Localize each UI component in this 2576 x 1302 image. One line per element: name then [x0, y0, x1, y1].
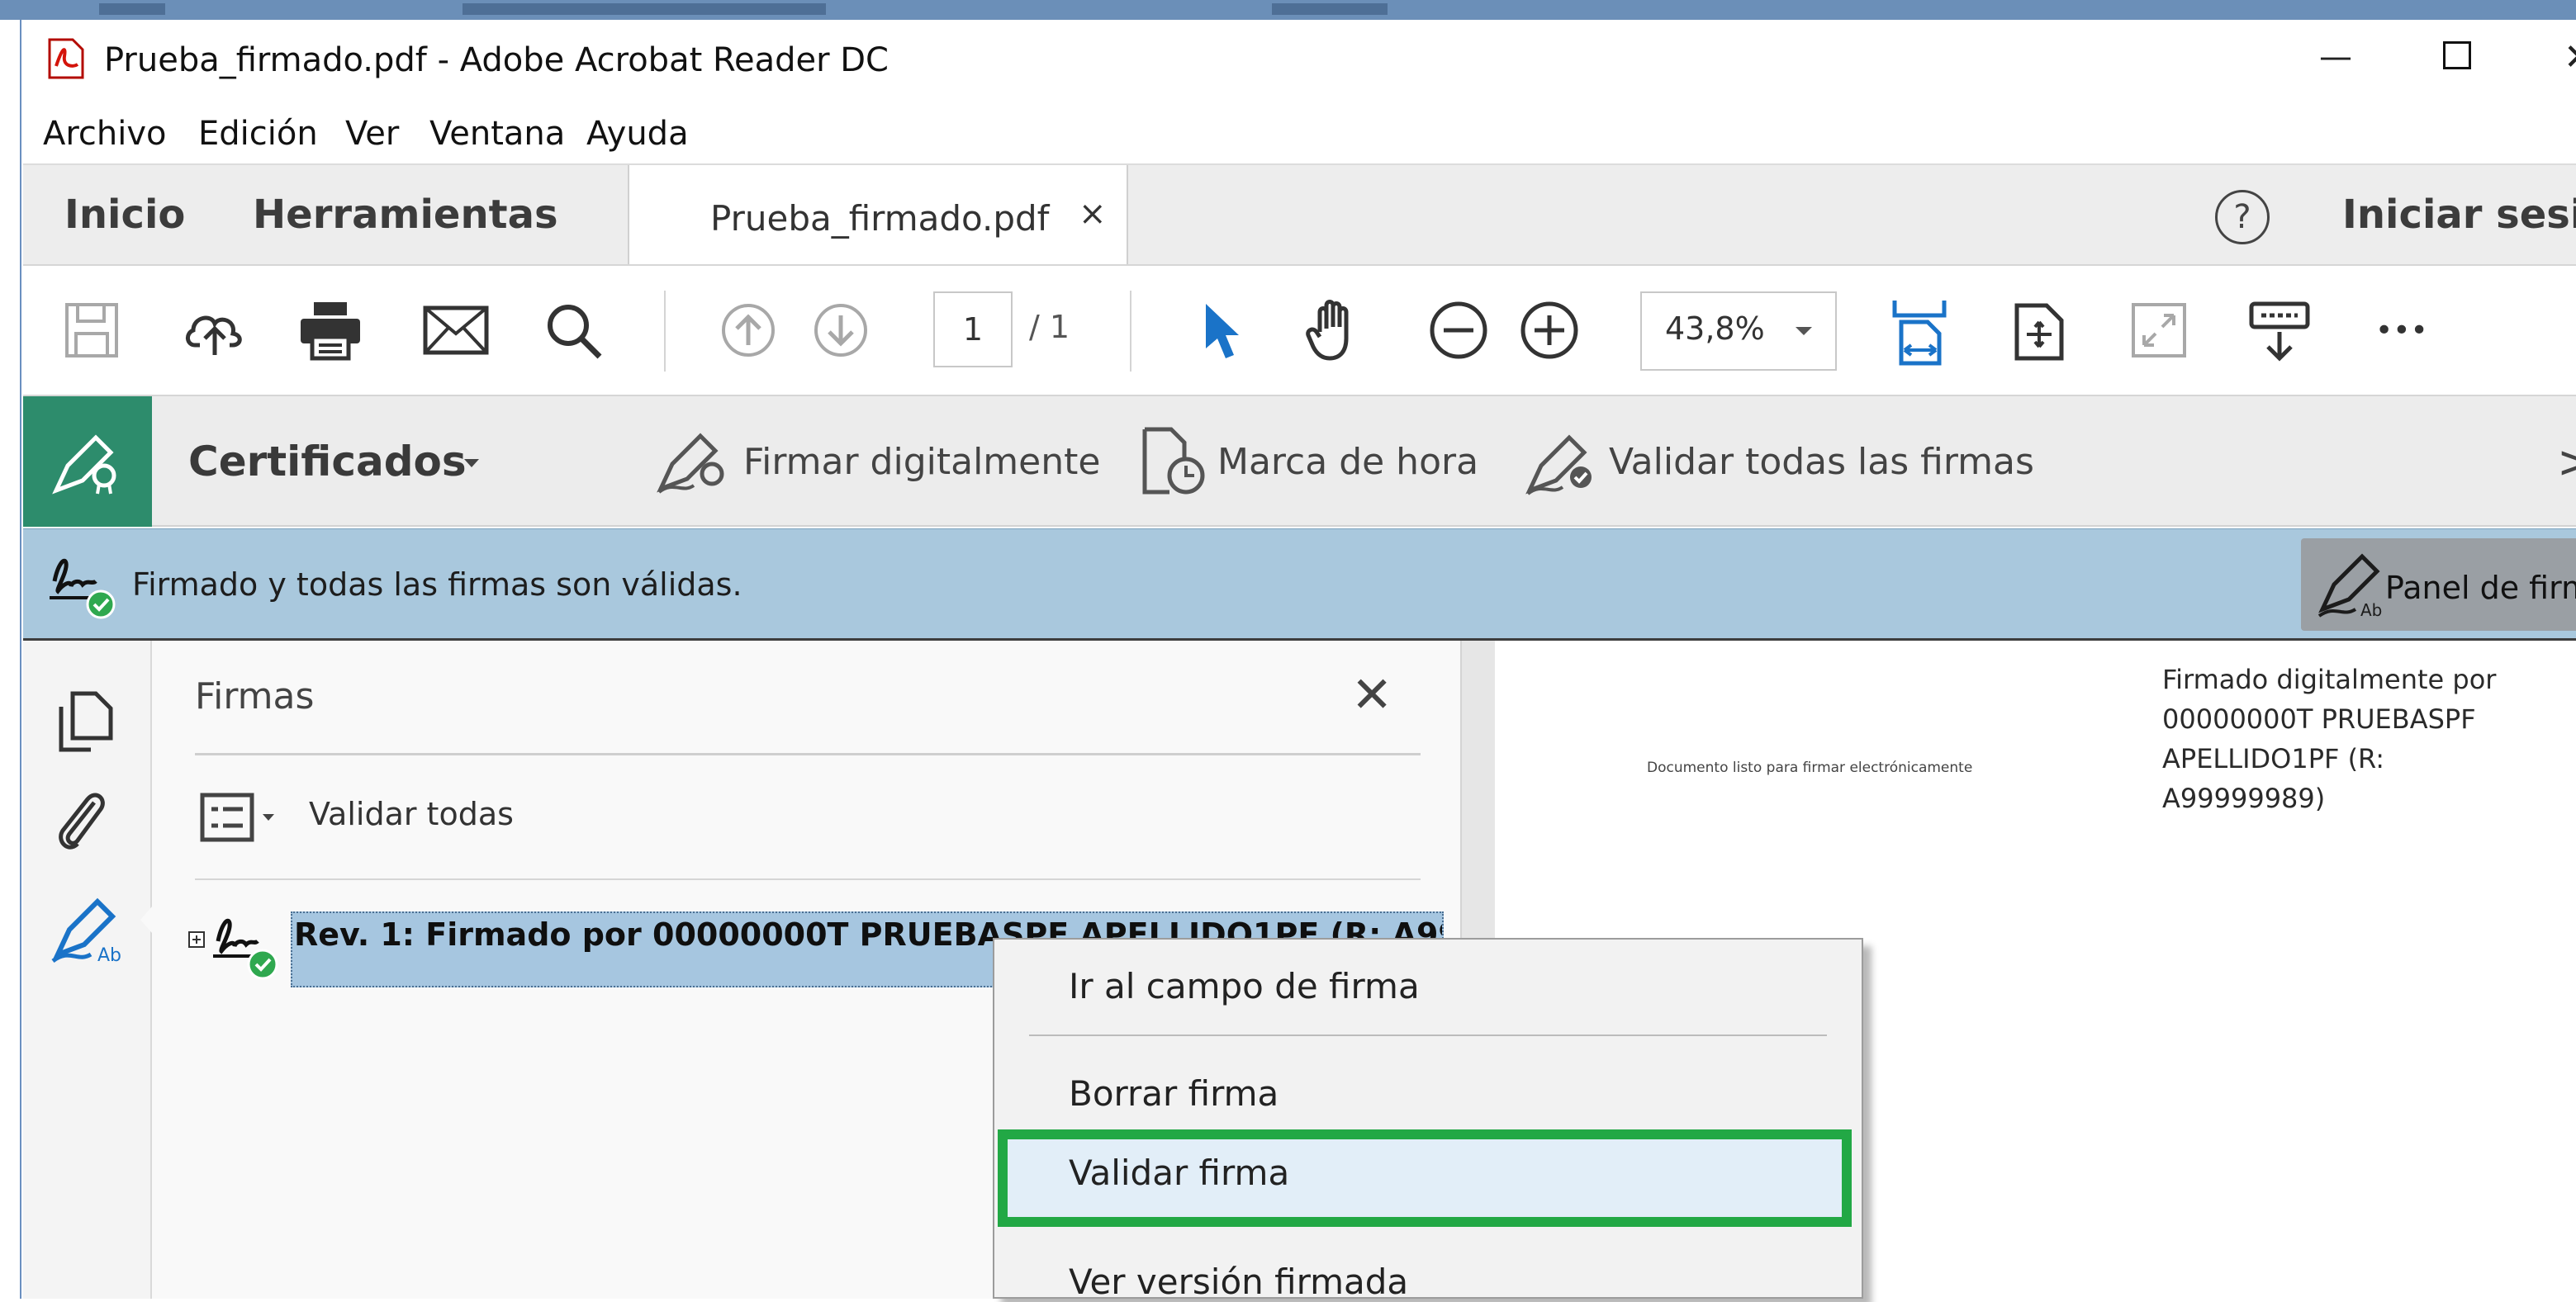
close-window-button[interactable]: ✕ [2564, 36, 2576, 78]
svg-text:Ab: Ab [2360, 600, 2382, 620]
next-page-icon[interactable] [813, 302, 869, 358]
chevron-right-icon[interactable]: > [2557, 436, 2576, 488]
signatures-panel-icon[interactable]: Ab [51, 897, 122, 966]
certificate-pen-icon [52, 433, 124, 495]
tab-document-label: Prueba_firmado.pdf [710, 198, 1050, 239]
pdf-file-icon [48, 38, 84, 79]
sign-digitally-button[interactable]: Firmar digitalmente [743, 441, 1100, 483]
expand-toggle-icon[interactable] [188, 931, 205, 948]
menu-archivo[interactable]: Archivo [43, 115, 167, 153]
page-view-icon[interactable] [2014, 302, 2065, 362]
minimize-button[interactable]: — [2319, 38, 2352, 76]
main-toolbar [23, 264, 2576, 396]
validate-all-signatures-icon[interactable] [1525, 433, 1601, 495]
signature-appearance-line: Firmado digitalmente por [2162, 664, 2497, 695]
certificates-tool-badge [23, 396, 152, 527]
taskbar-segment [99, 3, 165, 15]
panel-divider [195, 878, 1421, 880]
menu-edicion[interactable]: Edición [198, 115, 318, 153]
signature-panel-icon: Ab [2317, 550, 2384, 620]
menu-separator [1029, 1034, 1827, 1036]
page-thumbnails-icon[interactable] [58, 690, 116, 753]
previous-page-icon[interactable] [720, 302, 776, 358]
menu-bar [23, 106, 2576, 163]
select-cursor-icon[interactable] [1203, 302, 1241, 360]
window-left-border [0, 20, 21, 1299]
cloud-upload-icon[interactable] [182, 302, 248, 360]
signin-button[interactable]: Iniciar sesi [2342, 192, 2576, 238]
chevron-down-icon[interactable] [464, 459, 479, 467]
maximize-button[interactable] [2443, 41, 2471, 69]
tab-close-button[interactable]: × [1079, 195, 1107, 233]
taskbar-segment [463, 3, 826, 15]
menu-item-view-signed-version[interactable]: Ver versión firmada [1069, 1262, 1408, 1302]
signature-valid-icon [46, 548, 119, 619]
annotation-highlight-box [998, 1129, 1852, 1227]
help-icon[interactable]: ? [2215, 190, 2270, 244]
signature-appearance-line: 00000000T PRUEBASPF [2162, 703, 2476, 735]
signature-appearance-line: APELLIDO1PF (R: [2162, 743, 2385, 774]
menu-item-go-to-field[interactable]: Ir al campo de firma [1069, 966, 1420, 1006]
certificates-title[interactable]: Certificados [188, 438, 467, 485]
zoom-out-icon[interactable] [1429, 301, 1488, 360]
save-icon[interactable] [64, 302, 119, 358]
signatures-panel-title: Firmas [195, 675, 315, 717]
page-number-input[interactable]: 1 [933, 291, 1013, 367]
panel-divider [195, 753, 1421, 755]
signature-panel-label: Panel de firm [2385, 570, 2576, 606]
close-panel-icon[interactable]: ✕ [1351, 670, 1392, 720]
search-icon[interactable] [545, 302, 603, 360]
timestamp-icon[interactable] [1141, 426, 1207, 495]
validate-all-signatures-button[interactable]: Validar todas las firmas [1609, 441, 2034, 483]
document-body-text: Documento listo para firmar electrónicam… [1647, 760, 1973, 776]
fit-width-icon[interactable] [1891, 297, 1947, 367]
tab-inicio[interactable]: Inicio [64, 192, 185, 238]
validate-all-button[interactable]: Validar todas [309, 796, 514, 832]
active-panel-pointer [140, 907, 152, 933]
chevron-down-icon [1796, 327, 1812, 335]
sign-digitally-icon[interactable] [657, 431, 732, 494]
tab-herramientas[interactable]: Herramientas [253, 192, 558, 238]
signature-valid-icon [211, 908, 286, 982]
more-tools-icon[interactable]: ••• [2375, 314, 2428, 348]
page-total: / 1 [1029, 309, 1070, 345]
email-icon[interactable] [423, 305, 489, 355]
menu-ver[interactable]: Ver [345, 115, 399, 153]
show-toolbar-icon[interactable] [2248, 301, 2311, 362]
timestamp-button[interactable]: Marca de hora [1217, 441, 1478, 483]
taskbar-segment [1272, 3, 1388, 15]
full-screen-icon[interactable] [2131, 302, 2187, 358]
desktop-taskbar-strip [0, 0, 2576, 20]
print-icon[interactable] [299, 301, 362, 361]
hand-tool-icon[interactable] [1306, 299, 1368, 362]
toolbar-separator [1130, 291, 1131, 372]
menu-item-delete-signature[interactable]: Borrar firma [1069, 1073, 1279, 1114]
signature-status-message: Firmado y todas las firmas son válidas. [132, 566, 742, 603]
svg-text:Ab: Ab [97, 945, 121, 966]
signature-appearance-line: A99999989) [2162, 783, 2326, 814]
attachments-icon[interactable] [56, 788, 109, 850]
window-title: Prueba_firmado.pdf - Adobe Acrobat Reade… [104, 41, 889, 79]
signature-options-icon[interactable] [200, 793, 286, 842]
menu-ayuda[interactable]: Ayuda [586, 115, 689, 153]
menu-ventana[interactable]: Ventana [429, 115, 565, 153]
zoom-value: 43,8% [1665, 310, 1765, 347]
zoom-in-icon[interactable] [1520, 301, 1579, 360]
toolbar-separator [664, 291, 666, 372]
